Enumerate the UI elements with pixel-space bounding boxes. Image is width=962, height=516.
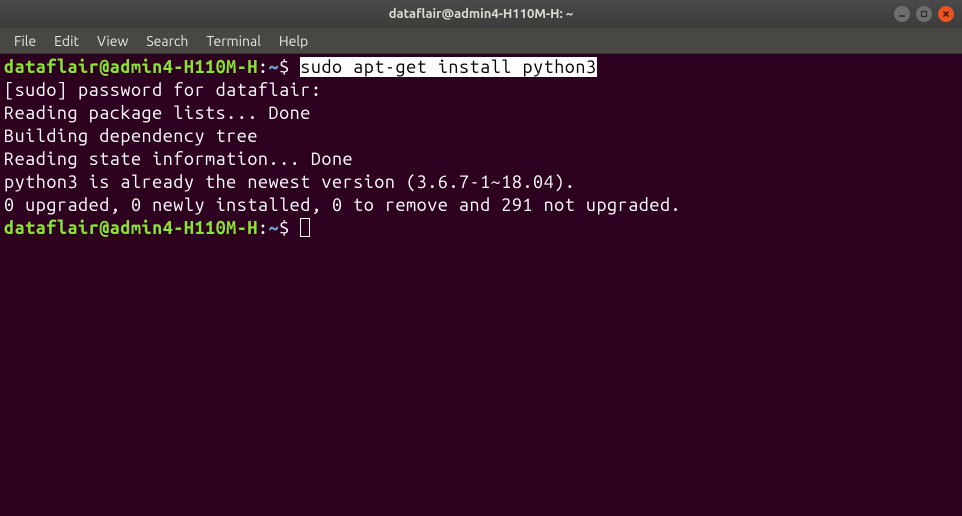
output-line: Reading state information... Done [4,149,353,169]
output-line: 0 upgraded, 0 newly installed, 0 to remo… [4,195,681,215]
prompt-symbol: $ [279,218,300,238]
prompt-user: dataflair@admin4-H110M-H [4,218,258,238]
command-text: sudo apt-get install python3 [300,57,596,77]
prompt-path: ~ [269,218,280,238]
window-title: dataflair@admin4-H110M-H: ~ [389,7,573,21]
output-line: Reading package lists... Done [4,103,311,123]
minimize-button[interactable] [894,6,910,22]
maximize-button[interactable] [916,6,932,22]
menu-search[interactable]: Search [138,30,196,52]
menu-terminal[interactable]: Terminal [198,30,269,52]
close-button[interactable] [938,6,954,22]
output-line: Building dependency tree [4,126,332,146]
cursor [300,218,310,237]
titlebar[interactable]: dataflair@admin4-H110M-H: ~ [0,0,962,28]
prompt-symbol: $ [279,57,300,77]
output-line: python3 is already the newest version (3… [4,172,575,192]
menu-view[interactable]: View [89,30,136,52]
prompt-sep: : [258,218,269,238]
terminal-area[interactable]: dataflair@admin4-H110M-H:~$ sudo apt-get… [0,54,962,516]
menu-edit[interactable]: Edit [46,30,87,52]
window-controls [894,6,954,22]
prompt-path: ~ [269,57,280,77]
prompt-sep: : [258,57,269,77]
menu-file[interactable]: File [6,30,44,52]
menu-help[interactable]: Help [271,30,316,52]
menubar: File Edit View Search Terminal Help [0,28,962,54]
prompt-user: dataflair@admin4-H110M-H [4,57,258,77]
output-line: [sudo] password for dataflair: [4,80,332,100]
